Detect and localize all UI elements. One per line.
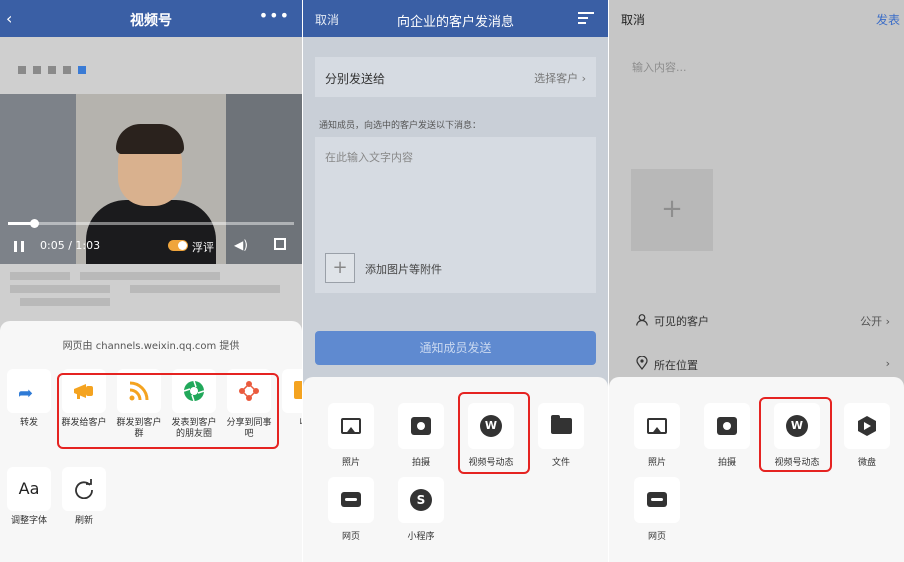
share-favorite[interactable]: 收: [279, 369, 302, 429]
attach-photo[interactable]: 照片: [325, 403, 377, 468]
refresh-button[interactable]: 刷新: [59, 467, 109, 527]
video-player[interactable]: 0:05 / 1:03 浮评 ◀): [0, 94, 302, 264]
forward-icon: ➦: [18, 383, 34, 404]
camera-icon: [717, 417, 737, 435]
location-pin-icon: [636, 356, 648, 370]
message-editor[interactable]: 在此输入文字内容 + 添加图片等附件: [315, 137, 596, 293]
refresh-icon: [75, 479, 93, 499]
video-progress-bar[interactable]: [8, 219, 294, 228]
photo-icon: [341, 418, 361, 434]
attach-camera[interactable]: 拍摄: [701, 403, 753, 468]
select-customer-link[interactable]: 选择客户 ›: [534, 70, 586, 86]
volume-icon[interactable]: ◀): [234, 238, 248, 252]
visible-customers-row[interactable]: 可见的客户 公开 ›: [609, 302, 904, 338]
content-input[interactable]: 输入内容...: [632, 59, 687, 75]
attachment-sheet: 照片 拍摄 W 视频号动态 文件 网页 S 小程序: [303, 377, 608, 562]
highlight-box: [759, 397, 832, 472]
send-to-row[interactable]: 分别发送给 选择客户 ›: [315, 57, 596, 97]
top-bar: ‹ 视频号 •••: [0, 0, 302, 37]
camera-icon: [411, 417, 431, 435]
folder-icon: [551, 415, 572, 434]
user-icon: [636, 314, 648, 326]
photo-icon: [647, 418, 667, 434]
attach-webpage[interactable]: 网页: [325, 477, 377, 542]
publish-button[interactable]: 发表: [876, 11, 900, 28]
float-comment-label: 浮评: [192, 241, 214, 254]
top-bar: 取消 发表: [609, 0, 904, 37]
attach-weipan[interactable]: 微盘: [841, 403, 893, 468]
add-media-button[interactable]: +: [631, 169, 713, 251]
notice-text: 通知成员，向选中的客户发送以下消息：: [319, 121, 482, 131]
attach-photo[interactable]: 照片: [631, 403, 683, 468]
fullscreen-icon[interactable]: [274, 238, 286, 250]
blurred-text: [10, 272, 70, 280]
link-icon: [341, 492, 361, 507]
post-moment-panel: 取消 发表 输入内容... + 可见的客户 公开 › 所在位置 › 照片 拍摄 …: [609, 0, 904, 562]
highlight-box: [458, 392, 530, 474]
add-attachment-label: 添加图片等附件: [365, 263, 442, 276]
weipan-icon: [858, 416, 876, 436]
attach-miniprogram[interactable]: S 小程序: [395, 477, 447, 542]
top-bar: 取消 向企业的客户发消息: [303, 0, 608, 37]
blurred-tag-row: [18, 63, 93, 77]
miniprogram-icon: S: [410, 489, 432, 511]
attachment-sheet: 照片 拍摄 W 视频号动态 微盘 网页: [609, 377, 904, 562]
link-icon: [647, 492, 667, 507]
share-forward[interactable]: ➦ 转发: [4, 369, 54, 429]
video-time: 0:05 / 1:03: [40, 239, 101, 252]
attach-file[interactable]: 文件: [535, 403, 587, 468]
float-comment-toggle[interactable]: [168, 240, 188, 251]
highlight-box: [57, 373, 279, 449]
provider-text: 网页由 channels.weixin.qq.com 提供: [62, 341, 240, 352]
page-title: 向企业的客户发消息: [396, 15, 514, 30]
favorite-icon: [294, 381, 302, 399]
cancel-button[interactable]: 取消: [621, 11, 645, 28]
adjust-font-button[interactable]: Aa 调整字体: [4, 467, 54, 527]
message-placeholder: 在此输入文字内容: [325, 151, 413, 164]
customer-message-panel: 取消 向企业的客户发消息 分别发送给 选择客户 › 通知成员，向选中的客户发送以…: [303, 0, 608, 562]
more-icon[interactable]: •••: [259, 6, 290, 25]
pause-icon[interactable]: [14, 241, 25, 252]
notify-members-button[interactable]: 通知成员发送: [315, 331, 596, 365]
attach-webpage[interactable]: 网页: [631, 477, 683, 542]
attach-camera[interactable]: 拍摄: [395, 403, 447, 468]
share-sheet: 网页由 channels.weixin.qq.com 提供 ➦ 转发 群发给客户: [0, 321, 302, 562]
page-title: 视频号: [130, 13, 172, 29]
channels-panel: ‹ 视频号 ••• 0:05 / 1:03 浮评 ◀) 网页由 channels…: [0, 0, 302, 562]
list-settings-icon[interactable]: [578, 12, 594, 25]
add-attachment-button[interactable]: +: [325, 253, 355, 283]
font-icon: Aa: [18, 479, 40, 498]
